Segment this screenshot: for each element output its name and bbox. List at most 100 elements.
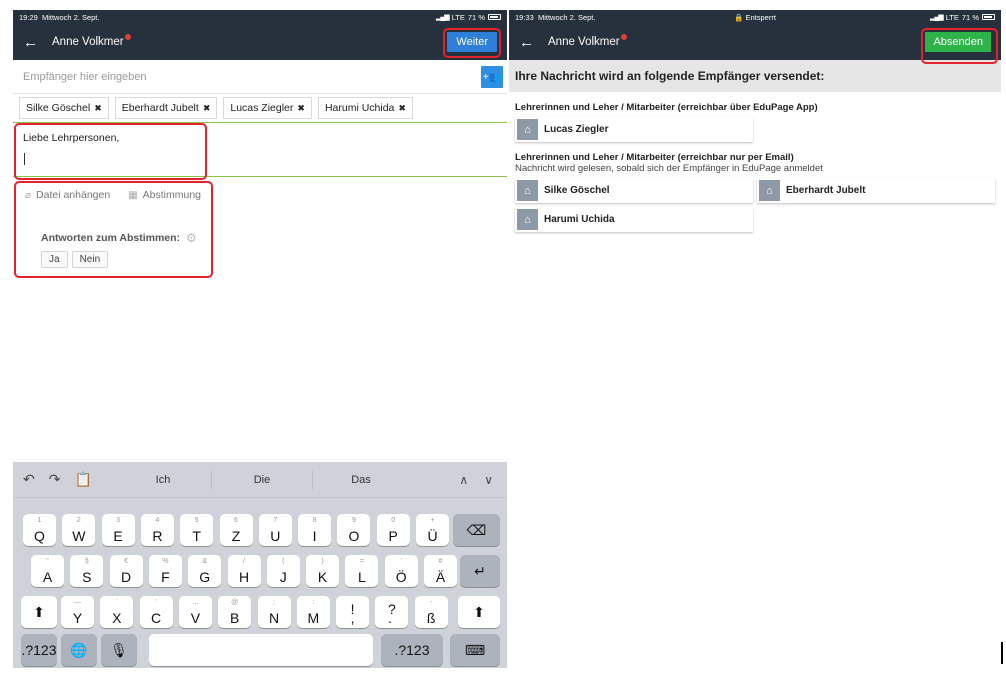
suggestion-das[interactable]: Das — [331, 474, 391, 486]
backspace-key[interactable]: ⌫ — [453, 514, 500, 546]
paperclip-icon: ⌀ — [25, 189, 32, 201]
recipient-card[interactable]: ⌂ Lucas Ziegler — [515, 117, 753, 142]
recipient-card[interactable]: ⌂ Silke Göschel — [515, 178, 753, 203]
remove-chip-icon[interactable]: ✖ — [94, 103, 102, 114]
key-secondary-label: ) — [321, 558, 324, 565]
key-row3-3[interactable]: ... V — [178, 596, 212, 628]
recipient-name: Harumi Uchida — [544, 214, 615, 225]
shift-key-left[interactable]: ⬆ — [21, 596, 57, 628]
key-ö[interactable]: ' Ö — [384, 555, 418, 587]
key-row3-6[interactable]: :M — [296, 596, 330, 628]
recipient-chip[interactable]: Silke Göschel ✖ — [19, 97, 109, 119]
add-recipient-icon[interactable]: +👥 — [481, 66, 503, 88]
status-time: 19:33 — [515, 12, 534, 22]
key-i[interactable]: 8I — [298, 514, 332, 546]
vote-answer-nein[interactable]: Nein — [71, 251, 109, 268]
key-d[interactable]: € D — [109, 555, 143, 587]
key-row3-8[interactable]: ? . — [375, 596, 409, 628]
numbers-key-left[interactable]: .?123 — [21, 634, 57, 666]
redo-icon[interactable]: ↷ — [49, 471, 61, 488]
remove-chip-icon[interactable]: ✖ — [297, 103, 305, 114]
key-a[interactable]: " A — [31, 555, 64, 587]
status-bar: 19:33 Mittwoch 2. Sept. 🔒 Entsperrt ▂▄▆ … — [509, 10, 1001, 24]
chevron-down-icon[interactable]: ∨ — [484, 473, 493, 487]
key-label: Ö — [395, 569, 407, 585]
back-arrow-icon[interactable]: ← — [23, 34, 38, 51]
recipient-chip[interactable]: Harumi Uchida ✖ — [317, 97, 413, 119]
keyboard-suggestion-bar: ↶ ↷ 📋 Ich Die Das ∧ ∨ — [13, 462, 507, 498]
status-date: Mittwoch 2. Sept. — [537, 12, 596, 22]
key-secondary-label: 2 — [76, 517, 81, 524]
key-label: ↵ — [474, 562, 486, 579]
return-key[interactable]: ↵ — [460, 555, 500, 587]
recipient-chip[interactable]: Eberhardt Jubelt ✖ — [114, 97, 218, 119]
recipient-chips: Silke Göschel ✖ Eberhardt Jubelt ✖ Lucas Z… — [13, 94, 507, 123]
numbers-key-right[interactable]: .?123 — [381, 634, 443, 666]
undo-icon[interactable]: ↶ — [23, 471, 35, 488]
key-label: Ä — [435, 569, 446, 585]
remove-chip-icon[interactable]: ✖ — [398, 103, 406, 114]
chevron-up-icon[interactable]: ∧ — [459, 473, 468, 487]
globe-icon[interactable]: 🌐 — [61, 634, 97, 666]
teacher-avatar-icon: ⌂ — [517, 180, 538, 201]
nav-bar: ← Anne Volkmer Weiter — [13, 24, 507, 60]
key-j[interactable]: (J — [266, 555, 300, 587]
recipient-chip[interactable]: Lucas Ziegler ✖ — [223, 97, 312, 119]
attach-file-button[interactable]: ⌀ Datei anhängen — [25, 189, 110, 201]
key-p[interactable]: 0P — [376, 514, 410, 546]
recipient-card[interactable]: ⌂ Harumi Uchida — [515, 207, 753, 232]
message-textarea[interactable]: Liebe Lehrpersonen, — [13, 123, 507, 177]
key-h[interactable]: / H — [227, 555, 261, 587]
key-row3-9[interactable]: -ß — [414, 596, 448, 628]
key-e[interactable]: 3E — [101, 514, 135, 546]
key-secondary-label: - — [430, 599, 433, 606]
shift-key-right[interactable]: ⬆ — [458, 596, 500, 628]
key-l[interactable]: = L — [345, 555, 379, 587]
key-t[interactable]: 5T — [180, 514, 214, 546]
key-label: C — [151, 610, 162, 626]
battery-icon — [488, 14, 501, 20]
paste-icon[interactable]: 📋 — [74, 471, 91, 488]
teacher-avatar-icon: ⌂ — [759, 180, 780, 201]
remove-chip-icon[interactable]: ✖ — [203, 103, 211, 114]
microphone-icon[interactable]: 🎙 — [101, 634, 137, 666]
key-f[interactable]: % F — [148, 555, 182, 587]
key-u[interactable]: 7U — [258, 514, 292, 546]
key-k[interactable]: ) K — [306, 555, 340, 587]
suggestion-ich[interactable]: Ich — [133, 474, 193, 486]
key-s[interactable]: § S — [70, 555, 104, 587]
key-label: ! , — [350, 601, 355, 626]
key-ä[interactable]: # Ä — [424, 555, 457, 587]
key-row3-4[interactable]: @ B — [218, 596, 252, 628]
keyboard-hide-icon[interactable]: ⌨ — [450, 634, 500, 666]
weiter-button[interactable]: Weiter — [447, 32, 497, 52]
recipient-placeholder: Empfänger hier eingeben — [23, 70, 147, 83]
key-secondary-label: = — [359, 558, 364, 565]
back-arrow-icon[interactable]: ← — [519, 34, 534, 51]
key-row3-5[interactable]: ; N — [257, 596, 291, 628]
key-w[interactable]: 2W — [62, 514, 96, 546]
vote-answer-ja[interactable]: Ja — [41, 251, 68, 268]
key-g[interactable]: & G — [188, 555, 222, 587]
key-label: Y — [72, 610, 83, 626]
key-ü[interactable]: + Ü — [416, 514, 449, 546]
key-row3-1[interactable]: ` X — [100, 596, 134, 628]
recipient-cards: ⌂ Silke Göschel ⌂ Eberhardt Jubelt ⌂ Harumi… — [515, 178, 995, 232]
absenden-button[interactable]: Absenden — [925, 32, 991, 52]
key-secondary-label: ` — [115, 599, 118, 606]
chip-label: Harumi Uchida — [324, 102, 395, 114]
recipient-card[interactable]: ⌂ Eberhardt Jubelt — [757, 178, 995, 203]
key-row3-0[interactable]: — Y — [61, 596, 94, 628]
suggestion-die[interactable]: Die — [232, 474, 292, 486]
key-row3-2[interactable]: ' C — [139, 596, 173, 628]
key-label: ß — [426, 610, 436, 626]
recipient-input[interactable]: Empfänger hier eingeben +👥 — [13, 60, 507, 94]
space-key[interactable] — [149, 634, 373, 666]
gear-icon[interactable]: ⚙ — [186, 231, 197, 245]
key-row3-7[interactable]: ! , — [336, 596, 370, 628]
poll-button[interactable]: ▦ Abstimmung — [128, 189, 201, 201]
key-q[interactable]: 1Q — [23, 514, 56, 546]
key-z[interactable]: 6Z — [219, 514, 253, 546]
key-r[interactable]: 4R — [140, 514, 174, 546]
key-o[interactable]: 9O — [337, 514, 371, 546]
